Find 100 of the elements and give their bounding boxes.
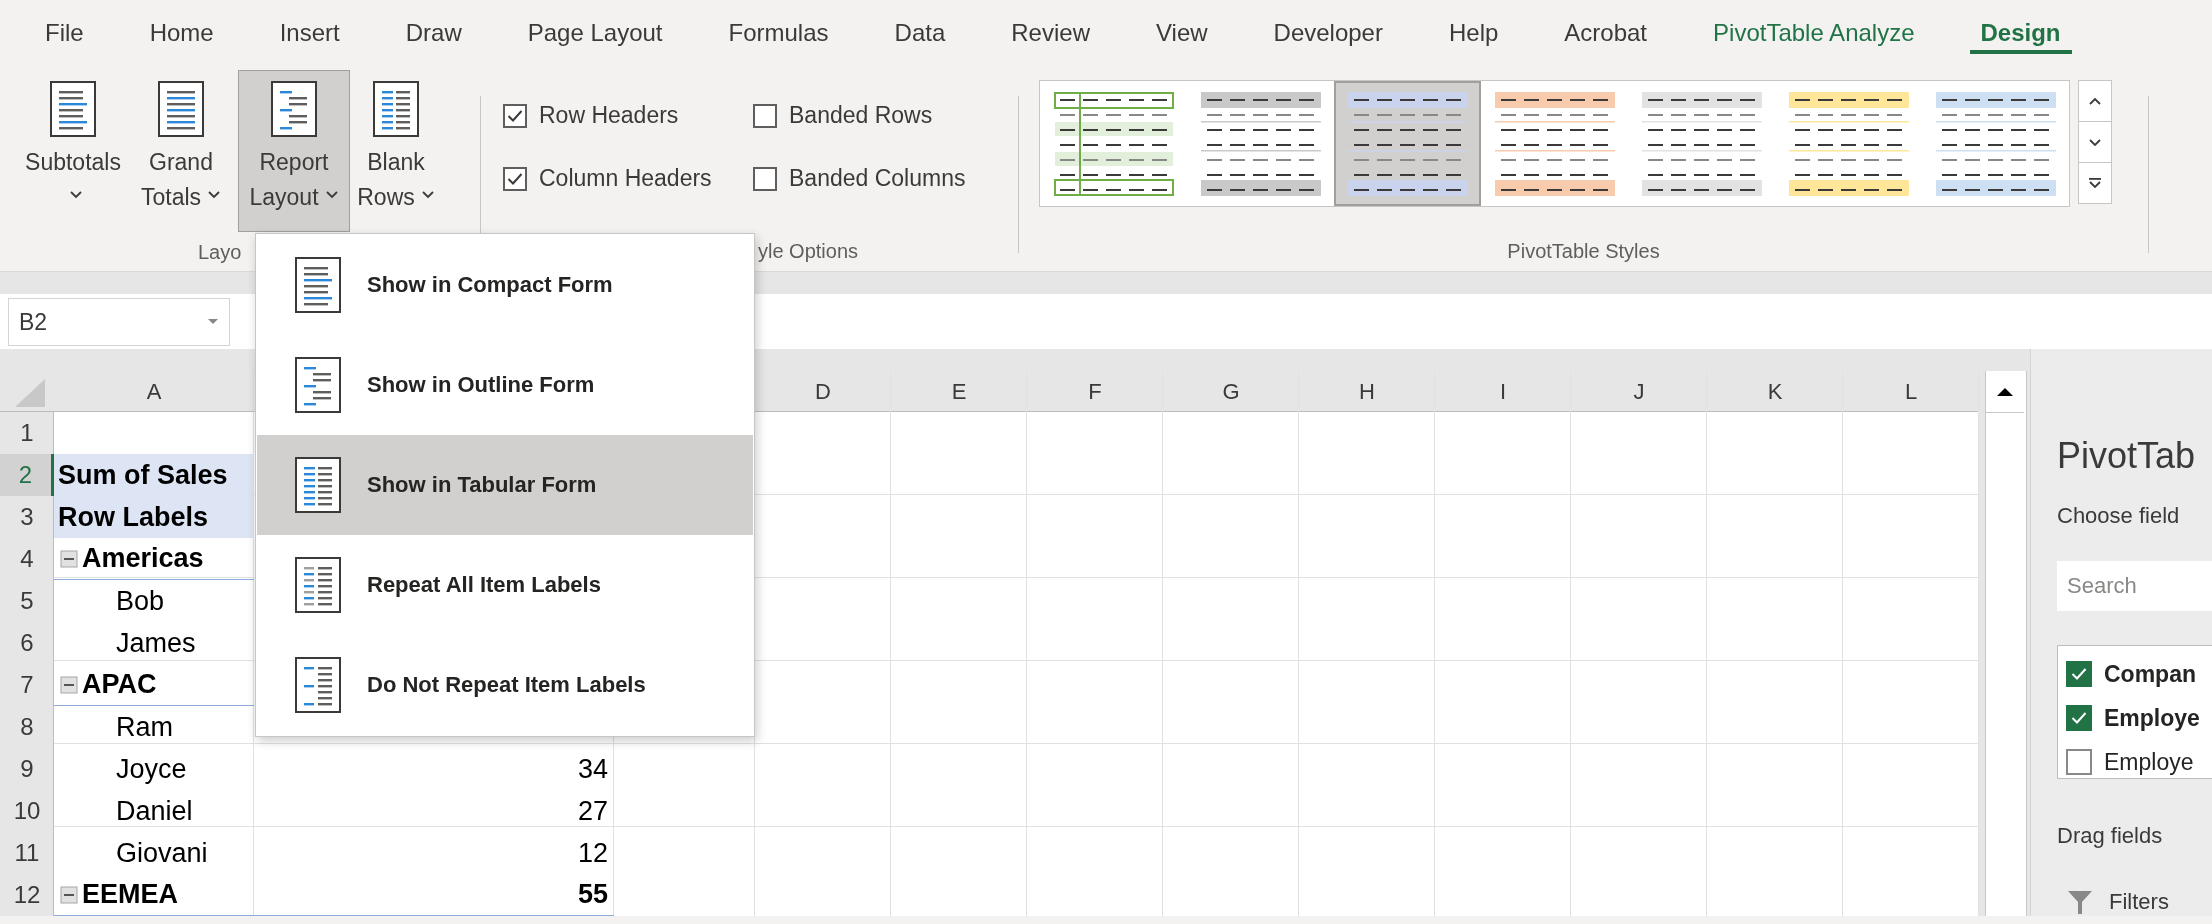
document-lines-icon (295, 357, 341, 413)
scroll-up-icon (1996, 386, 2014, 397)
collapse-icon (60, 885, 78, 904)
column-header[interactable]: K (1707, 371, 1843, 412)
ribbon-tab[interactable]: Home (116, 8, 247, 58)
column-header[interactable]: F (1027, 371, 1163, 412)
document-lines-icon (295, 257, 341, 313)
field-name: Compan (2104, 660, 2196, 688)
field-name: Employe (2104, 704, 2200, 732)
table-cell-text: 34 (576, 752, 609, 786)
document-lines-icon (373, 81, 419, 137)
row-header[interactable]: 2 (0, 454, 54, 496)
column-header[interactable]: E (891, 371, 1027, 412)
cell-text: Americas (82, 543, 204, 574)
ribbon-tab[interactable]: Page Layout (494, 8, 696, 58)
checkbox-label: Row Headers (539, 102, 679, 129)
scroll-up-icon (2087, 95, 2103, 107)
row-header[interactable]: 4 (0, 538, 54, 580)
cell-text: Joyce (116, 753, 187, 785)
cell-text: Bob (116, 585, 165, 617)
checkbox[interactable] (753, 166, 777, 191)
pane-subtitle: Choose field (2057, 503, 2181, 529)
column-header[interactable]: L (1843, 371, 1979, 412)
chevron-down-icon (324, 189, 339, 200)
checkbox-label: Column Headers (539, 165, 712, 192)
column-header[interactable]: A (54, 371, 254, 412)
ribbon-tab[interactable]: Developer (1240, 8, 1416, 58)
cell-text: Daniel (116, 795, 193, 827)
ribbon-tab[interactable]: Acrobat (1531, 8, 1681, 58)
chevron-down-icon (207, 189, 222, 200)
row-header[interactable]: 10 (0, 790, 54, 832)
table-cell-text: 12 (576, 836, 609, 870)
cell-text: James (116, 627, 196, 659)
cell-text: APAC (82, 669, 157, 700)
name-box-value: B2 (19, 308, 48, 336)
row-header[interactable]: 8 (0, 706, 54, 748)
cell-text: Giovani (116, 837, 208, 869)
menu-item[interactable]: Show in Tabular Form (257, 435, 753, 535)
table-cell-text: 27 (576, 794, 609, 828)
checkbox-label: Banded Rows (789, 102, 933, 129)
document-lines-icon (295, 457, 341, 513)
ribbon-tab[interactable]: File (12, 8, 117, 58)
checkbox[interactable] (753, 103, 777, 128)
field-name: Employe (2104, 748, 2194, 776)
checkbox[interactable] (2066, 661, 2092, 687)
check-icon (2071, 711, 2087, 725)
gallery-scroll-button[interactable] (2078, 162, 2112, 204)
check-icon (507, 108, 523, 123)
checkbox[interactable] (2066, 705, 2092, 731)
row-header[interactable]: 11 (0, 832, 54, 874)
document-lines-icon (295, 557, 341, 613)
document-lines-icon (158, 81, 204, 137)
ribbon-button[interactable]: Blank Rows (350, 70, 442, 232)
row-header[interactable]: 6 (0, 622, 54, 664)
column-header[interactable]: H (1299, 371, 1435, 412)
collapse-icon (60, 549, 78, 568)
column-header[interactable]: D (755, 371, 891, 412)
ribbon-tab[interactable]: Help (1415, 8, 1532, 58)
column-header[interactable]: I (1435, 371, 1571, 412)
column-header[interactable]: J (1571, 371, 1707, 412)
checkbox[interactable] (503, 166, 527, 191)
group-label: yle Options (758, 238, 859, 264)
row-header[interactable]: 7 (0, 664, 54, 706)
check-icon (507, 171, 523, 186)
ribbon-tab[interactable]: Data (861, 8, 979, 58)
ribbon-tab[interactable]: PivotTable Analyze (1680, 8, 1948, 58)
checkbox[interactable] (503, 103, 527, 128)
name-box[interactable]: B2 (8, 298, 230, 346)
check-icon (2071, 667, 2087, 681)
collapse-icon (60, 675, 78, 694)
ribbon-button[interactable]: Report Layout (238, 70, 350, 232)
cell-text: Sum of Sales (58, 459, 228, 491)
document-lines-icon (271, 81, 317, 137)
ribbon-tab[interactable]: Review (978, 8, 1123, 58)
more-styles-icon (2087, 177, 2103, 189)
ribbon-tab[interactable]: Design (1947, 8, 2094, 58)
table-style-swatch[interactable] (1334, 81, 1481, 206)
ribbon-tab[interactable]: Draw (372, 8, 495, 58)
ribbon-tab[interactable]: Formulas (695, 8, 862, 58)
table-cell: 55 (254, 874, 614, 916)
ribbon-button[interactable]: Subtotals (12, 70, 134, 232)
row-header[interactable]: 3 (0, 496, 54, 538)
document-lines-icon (295, 657, 341, 713)
ribbon-tab[interactable]: View (1122, 8, 1241, 58)
search-field[interactable]: Search (2057, 561, 2212, 611)
checkbox[interactable] (2066, 749, 2092, 775)
drag-hint: Drag fields (2057, 823, 2164, 849)
column-header[interactable]: G (1163, 371, 1299, 412)
row-header[interactable]: 9 (0, 748, 54, 790)
ribbon-button[interactable]: Grand Totals (134, 70, 228, 232)
checkbox-label: Banded Columns (789, 165, 966, 192)
row-header[interactable]: 5 (0, 580, 54, 622)
scroll-down-icon (2087, 136, 2103, 148)
row-header[interactable]: 1 (0, 412, 54, 454)
cell-text: EEMEA (82, 879, 179, 910)
filter-icon (2067, 889, 2093, 915)
chevron-down-icon (420, 189, 435, 200)
row-header[interactable]: 12 (0, 874, 54, 916)
ribbon-tab[interactable]: Insert (246, 8, 373, 58)
pane-title: PivotTab (2057, 435, 2197, 477)
